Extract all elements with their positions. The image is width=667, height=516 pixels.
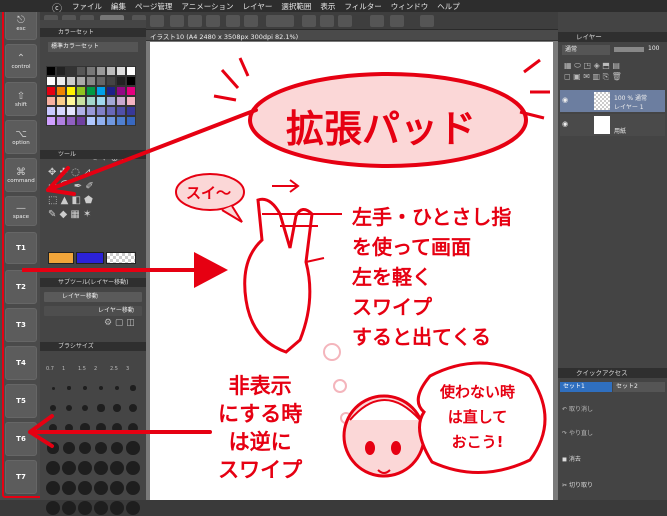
annotation-line: すると出てくる <box>352 325 491 349</box>
swipe-direction-arrow <box>272 179 300 193</box>
brush-size-dot[interactable] <box>78 501 92 515</box>
annotation-line: にする時 <box>218 402 303 426</box>
annotation-line: スワイプ <box>352 295 432 319</box>
annotation-line: 使わない時 <box>440 383 516 401</box>
character-eye-left <box>365 441 375 455</box>
character-eye-right <box>391 441 401 455</box>
annotation-instruction: 左手・ひとさし指 を使って画面 左を軽くスワイプすると出てくる <box>352 202 511 352</box>
annotation-line: スワイプ <box>218 458 303 482</box>
annotation-hide: 非表示にする時は逆にスワイプ <box>218 372 302 484</box>
arrow-show-head <box>194 252 228 288</box>
brush-size-dot[interactable] <box>46 501 60 515</box>
annotation-line: おこう! <box>451 433 504 451</box>
brush-size-dot[interactable] <box>94 501 108 515</box>
annotation-swipe: スイ〜 <box>186 184 232 202</box>
annotation-drawing <box>22 57 550 478</box>
brush-size-dot[interactable] <box>62 501 76 515</box>
annotation-bubble-text: 使わない時は直しておこう! <box>440 380 515 455</box>
brush-size-dot[interactable] <box>126 501 140 515</box>
annotation-line: 左を軽く <box>352 265 432 289</box>
annotation-line: 左手・ひとさし指 <box>352 205 512 229</box>
annotation-line: は逆に <box>228 430 292 454</box>
annotation-title: 拡張パッド <box>286 107 477 151</box>
brush-size-dot[interactable] <box>110 501 124 515</box>
arrow-hide <box>28 414 212 448</box>
annotation-line: を使って画面 <box>352 235 471 259</box>
annotation-line: は直して <box>447 408 508 426</box>
annotation-line: 非表示 <box>228 374 292 398</box>
sakura-decoration <box>323 343 352 424</box>
hand-drawing <box>243 197 314 354</box>
